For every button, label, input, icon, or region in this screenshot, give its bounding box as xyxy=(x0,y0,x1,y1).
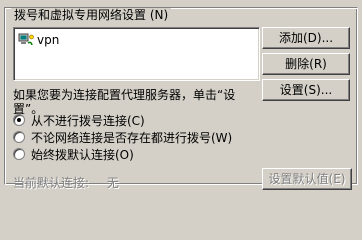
add-button[interactable]: 添加(D)... xyxy=(262,27,350,49)
remove-button[interactable]: 删除(R) xyxy=(262,53,350,75)
network-connection-icon xyxy=(18,33,34,47)
radio-label: 从不进行拨号连接(C) xyxy=(31,113,145,128)
radio-label: 始终拨默认连接(O) xyxy=(31,147,134,162)
dialup-vpn-groupbox: 拨号和虚拟专用网络设置 (N) vpn 添加(D)... 删除(R) 如果您要为… xyxy=(4,7,358,190)
connection-list[interactable]: vpn xyxy=(13,27,260,81)
settings-button[interactable]: 设置(S)... xyxy=(262,79,350,101)
radio-dial-when-no-network[interactable]: 不论网络连接是否存在都进行拨号(W) xyxy=(13,129,232,145)
current-default-connection: 当前默认连接: 无 xyxy=(13,174,119,191)
connection-label: vpn xyxy=(37,33,60,47)
radio-label: 不论网络连接是否存在都进行拨号(W) xyxy=(31,130,233,145)
radio-button-icon[interactable] xyxy=(13,114,25,126)
radio-always-dial-default[interactable]: 始终拨默认连接(O) xyxy=(13,146,134,162)
radio-never-dial[interactable]: 从不进行拨号连接(C) xyxy=(13,112,145,128)
radio-button-icon[interactable] xyxy=(13,148,25,160)
set-default-button[interactable]: 设置默认值(E) xyxy=(262,168,352,190)
current-default-value: 无 xyxy=(106,176,119,190)
radio-button-icon[interactable] xyxy=(13,131,25,143)
groupbox-title: 拨号和虚拟专用网络设置 (N) xyxy=(11,8,172,22)
current-default-label: 当前默认连接: xyxy=(13,176,90,190)
list-item[interactable]: vpn xyxy=(18,32,59,48)
